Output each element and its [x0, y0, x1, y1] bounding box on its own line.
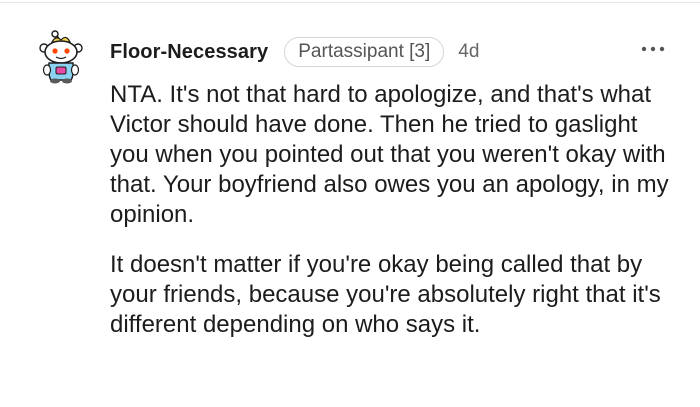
avatar[interactable]: [36, 30, 86, 84]
comment-paragraph: NTA. It's not that hard to apologize, an…: [110, 81, 669, 228]
user-flair: Partassipant [3]: [284, 37, 445, 67]
comment: Floor-Necessary Partassipant [3] 4d NTA.…: [0, 0, 700, 407]
more-options-icon: [641, 46, 665, 52]
snoo-avatar-icon: [39, 30, 83, 84]
comment-paragraph: It doesn't matter if you're okay being c…: [110, 251, 661, 338]
comment-header: Floor-Necessary Partassipant [3] 4d: [110, 36, 479, 68]
author-username[interactable]: Floor-Necessary: [110, 41, 268, 64]
comment-body: NTA. It's not that hard to apologize, an…: [110, 80, 682, 340]
more-options-button[interactable]: [636, 38, 670, 60]
comment-timestamp: 4d: [458, 41, 480, 62]
